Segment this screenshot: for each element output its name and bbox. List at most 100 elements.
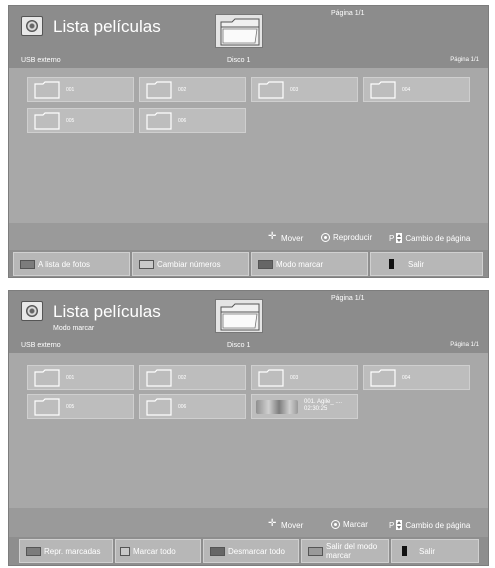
folder-item[interactable]: 004 (363, 77, 470, 102)
storage-location: USB externo (21, 57, 61, 64)
hint-page-change-label: Cambio de página (405, 520, 471, 530)
folder-label: 006 (178, 118, 187, 124)
hint-move: Mover (268, 232, 304, 243)
video-duration: 02:30:25 (304, 406, 328, 412)
exit-icon (389, 259, 394, 269)
change-numbers-label: Cambiar números (157, 259, 221, 269)
folder-item[interactable]: 001 (27, 365, 134, 390)
disk-label: Disco 1 (227, 57, 251, 64)
movie-list-screen: Lista películas Página 1/1 USB externo D… (8, 5, 489, 278)
folder-label: 001 (66, 87, 75, 93)
folder-icon (146, 81, 172, 99)
folder-item[interactable]: 006 (139, 394, 246, 419)
hint-page-change: P Cambio de página (389, 233, 470, 243)
yellow-key-icon (210, 546, 225, 556)
mark-mode-button[interactable]: Modo marcar (251, 252, 368, 276)
play-marked-button[interactable]: Repr. marcadas (19, 539, 113, 563)
page-indicator-top: Página 1/1 (331, 10, 365, 17)
folder-item[interactable]: 005 (27, 108, 134, 133)
exit-mark-mode-label: Salir del modo marcar (326, 542, 378, 560)
function-bar: A lista de fotos Cambiar números Modo ma… (9, 250, 488, 277)
folder-item[interactable]: 002 (139, 365, 246, 390)
photo-list-button[interactable]: A lista de fotos (13, 252, 130, 276)
folder-icon (370, 369, 396, 387)
folder-icon (258, 81, 284, 99)
current-folder-icon (215, 299, 263, 333)
hint-move: Mover (268, 519, 304, 530)
folder-item[interactable]: 003 (251, 365, 358, 390)
video-info: 001. Agile_ .... 02:30:25 (304, 399, 342, 413)
folder-icon (146, 112, 172, 130)
page-up-down-icon (396, 233, 403, 243)
folder-icon (370, 81, 396, 99)
hint-move-label: Mover (281, 233, 304, 243)
red-key-icon (26, 546, 41, 556)
mark-mode-label: Modo marcar (276, 259, 324, 269)
hint-play: Reproducir (321, 233, 372, 242)
mark-all-label: Marcar todo (133, 546, 176, 556)
page-indicator-top: Página 1/1 (331, 295, 365, 302)
folder-icon (34, 398, 60, 416)
file-grid: 001 002 003 004 005 006 001. Agile_ ....… (9, 353, 488, 508)
page-indicator: Página 1/1 (450, 57, 479, 63)
function-bar: Repr. marcadas Marcar todo Desmarcar tod… (9, 537, 488, 565)
hint-move-label: Mover (281, 520, 304, 530)
unmark-all-label: Desmarcar todo (228, 546, 285, 556)
folder-item[interactable]: 001 (27, 77, 134, 102)
disk-label: Disco 1 (227, 342, 251, 349)
exit-label: Salir (419, 546, 436, 556)
video-name: 001. Agile_ .... (304, 399, 343, 405)
key-hints: Mover Marcar P Cambio de página (9, 512, 488, 537)
folder-item[interactable]: 003 (251, 77, 358, 102)
movie-list-mark-mode-screen: Lista películas Modo marcar Página 1/1 U… (8, 290, 489, 566)
page-up-down-icon (396, 520, 403, 530)
video-item[interactable]: 001. Agile_ .... 02:30:25 (251, 394, 358, 419)
folder-label: 001 (66, 375, 75, 381)
folder-label: 005 (66, 118, 75, 124)
folder-label: 002 (178, 87, 187, 93)
folder-label: 003 (290, 87, 299, 93)
key-hints: Mover Reproducir P Cambio de página (9, 225, 488, 250)
page-indicator: Página 1/1 (450, 342, 479, 348)
green-key-icon (120, 546, 130, 556)
folder-label: 002 (178, 375, 187, 381)
hint-page-change-label: Cambio de página (405, 233, 471, 243)
folder-icon (146, 398, 172, 416)
p-key-label: P (389, 233, 395, 243)
hint-play-label: Reproducir (333, 233, 373, 242)
folder-icon (34, 81, 60, 99)
header: Lista películas Modo marcar Página 1/1 U… (9, 291, 488, 353)
folder-label: 006 (178, 404, 187, 410)
storage-location: USB externo (21, 342, 61, 349)
page-title: Lista películas (53, 17, 161, 36)
folder-item[interactable]: 006 (139, 108, 246, 133)
exit-button[interactable]: Salir (370, 252, 483, 276)
folder-item[interactable]: 005 (27, 394, 134, 419)
folder-icon (146, 369, 172, 387)
folder-icon (258, 369, 284, 387)
hint-page-change: P Cambio de página (389, 520, 470, 530)
folder-label: 004 (402, 87, 411, 93)
page-title: Lista películas (53, 302, 161, 321)
red-key-icon (20, 259, 35, 269)
photo-list-label: A lista de fotos (38, 259, 91, 269)
header: Lista películas Página 1/1 USB externo D… (9, 6, 488, 68)
movie-app-icon (21, 16, 43, 36)
video-thumbnail (256, 400, 298, 414)
dpad-icon (268, 519, 278, 530)
movie-app-icon (21, 301, 43, 321)
current-folder-icon (215, 14, 263, 48)
exit-label: Salir (408, 259, 425, 269)
folder-icon (34, 369, 60, 387)
unmark-all-button[interactable]: Desmarcar todo (203, 539, 299, 563)
change-numbers-button[interactable]: Cambiar números (132, 252, 249, 276)
folder-item[interactable]: 002 (139, 77, 246, 102)
hint-mark: Marcar (331, 520, 368, 529)
exit-button[interactable]: Salir (391, 539, 479, 563)
exit-mark-mode-button[interactable]: Salir del modo marcar (301, 539, 389, 563)
exit-icon (402, 546, 407, 556)
mark-all-button[interactable]: Marcar todo (115, 539, 201, 563)
play-marked-label: Repr. marcadas (44, 546, 101, 556)
folder-item[interactable]: 004 (363, 365, 470, 390)
file-grid: 001 002 003 004 005 006 (9, 68, 488, 223)
